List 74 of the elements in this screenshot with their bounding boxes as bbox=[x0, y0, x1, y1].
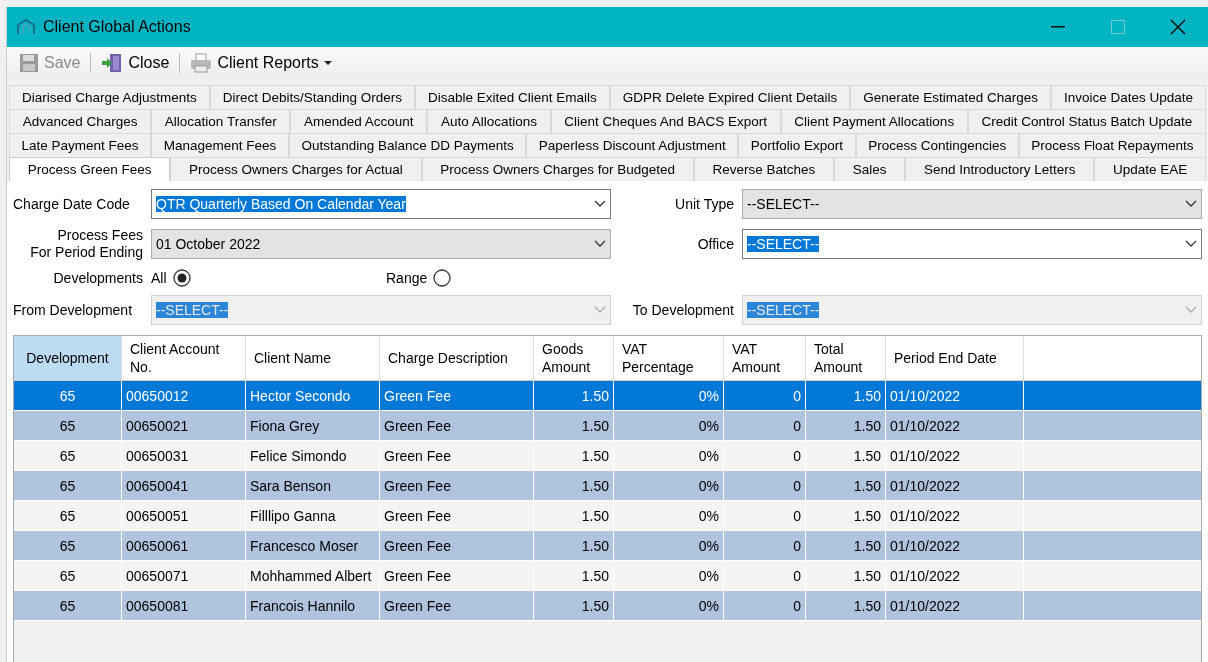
tab[interactable]: Credit Control Status Batch Update bbox=[967, 109, 1206, 133]
tab[interactable]: Client Cheques And BACS Export bbox=[550, 109, 781, 133]
tab[interactable]: Process Float Repayments bbox=[1018, 133, 1206, 157]
column-header[interactable]: Client Account No. bbox=[122, 336, 246, 380]
tab[interactable]: Diarised Charge Adjustments bbox=[9, 85, 210, 109]
table-cell: 1.50 bbox=[534, 591, 614, 621]
radio-circle-icon bbox=[172, 269, 191, 287]
tab[interactable]: Update EAE bbox=[1094, 157, 1206, 181]
chevron-down-icon bbox=[594, 240, 606, 248]
dropdown-field[interactable]: --SELECT-- bbox=[742, 229, 1202, 259]
table-cell: Francois Hannilo bbox=[246, 591, 380, 621]
field-label: From Development bbox=[13, 302, 134, 318]
tab[interactable]: Disable Exited Client Emails bbox=[415, 85, 610, 109]
printer-icon bbox=[190, 53, 213, 73]
tab[interactable]: Process Owners Charges for Actual bbox=[170, 157, 422, 181]
toolbar-button[interactable]: Close bbox=[97, 51, 174, 75]
table-cell: 01/10/2022 bbox=[886, 591, 1024, 621]
close-icon bbox=[1170, 19, 1186, 35]
column-header[interactable]: Goods Amount bbox=[534, 336, 614, 380]
column-header[interactable]: Total Amount bbox=[806, 336, 886, 380]
tab[interactable]: Outstanding Balance DD Payments bbox=[288, 133, 527, 157]
column-header[interactable]: Development bbox=[14, 336, 122, 380]
column-header[interactable]: Period End Date bbox=[886, 336, 1024, 380]
dropdown-field[interactable]: QTR Quarterly Based On Calendar Year bbox=[151, 189, 611, 219]
table-cell: 00650081 bbox=[122, 591, 246, 621]
tab[interactable]: Auto Allocations bbox=[427, 109, 551, 133]
tab[interactable]: Amended Account bbox=[290, 109, 428, 133]
radio-button[interactable]: All bbox=[151, 269, 386, 287]
column-header[interactable]: Charge Description bbox=[380, 336, 534, 380]
column-header[interactable]: VAT Percentage bbox=[614, 336, 724, 380]
field-label: Developments bbox=[52, 270, 143, 286]
tab[interactable]: Management Fees bbox=[151, 133, 289, 157]
tab[interactable]: Portfolio Export bbox=[738, 133, 856, 157]
tab[interactable]: Process Green Fees bbox=[9, 157, 171, 181]
table-cell: 65 bbox=[14, 591, 122, 621]
radio-circle-icon bbox=[433, 269, 452, 287]
tab[interactable]: Invoice Dates Update bbox=[1051, 85, 1207, 109]
tab[interactable]: Client Payment Allocations bbox=[780, 109, 968, 133]
column-header[interactable]: VAT Amount bbox=[724, 336, 806, 380]
tab[interactable]: Reverse Batches bbox=[693, 157, 835, 181]
field-label: Unit Type bbox=[674, 196, 734, 212]
tab[interactable]: Process Owners Charges for Budgeted bbox=[421, 157, 694, 181]
column-header[interactable]: Client Name bbox=[246, 336, 380, 380]
tab[interactable]: Sales bbox=[834, 157, 906, 181]
tab[interactable]: GDPR Delete Expired Client Details bbox=[609, 85, 851, 109]
field-label: Charge Date Code bbox=[13, 196, 131, 212]
field-label: Office bbox=[696, 236, 734, 252]
tab[interactable]: Direct Debits/Standing Orders bbox=[209, 85, 415, 109]
chevron-down-icon bbox=[594, 306, 606, 314]
chevron-down-icon bbox=[594, 200, 606, 208]
window-title: Client Global Actions bbox=[43, 18, 192, 36]
chevron-down-icon bbox=[1185, 240, 1197, 248]
tab[interactable]: Advanced Charges bbox=[9, 109, 152, 133]
table-cell: Green Fee bbox=[380, 591, 534, 621]
tab[interactable]: Allocation Transfer bbox=[151, 109, 291, 133]
table-cell: 0% bbox=[614, 591, 724, 621]
table-cell: 0 bbox=[724, 591, 806, 621]
field-label: Process Fees For Period Ending bbox=[29, 227, 143, 261]
house-icon bbox=[17, 19, 35, 35]
tab[interactable]: Send Introductory Letters bbox=[905, 157, 1095, 181]
caret-icon bbox=[323, 60, 332, 66]
chevron-down-icon bbox=[1185, 306, 1197, 314]
exit-door-icon bbox=[101, 53, 124, 73]
tab[interactable]: Process Contingencies bbox=[855, 133, 1019, 157]
minimize-icon bbox=[1051, 26, 1065, 28]
tab[interactable]: Paperless Discount Adjustment bbox=[526, 133, 739, 157]
field-label: To Development bbox=[631, 302, 734, 318]
maximize-icon bbox=[1111, 20, 1125, 34]
reports-menu-button[interactable]: Client Reports bbox=[186, 51, 336, 75]
chevron-down-icon bbox=[1185, 200, 1197, 208]
tab[interactable]: Generate Estimated Charges bbox=[850, 85, 1052, 109]
table-cell: 1.50 bbox=[806, 591, 886, 621]
radio-button[interactable]: Range bbox=[386, 269, 506, 287]
tab[interactable]: Late Payment Fees bbox=[9, 133, 152, 157]
